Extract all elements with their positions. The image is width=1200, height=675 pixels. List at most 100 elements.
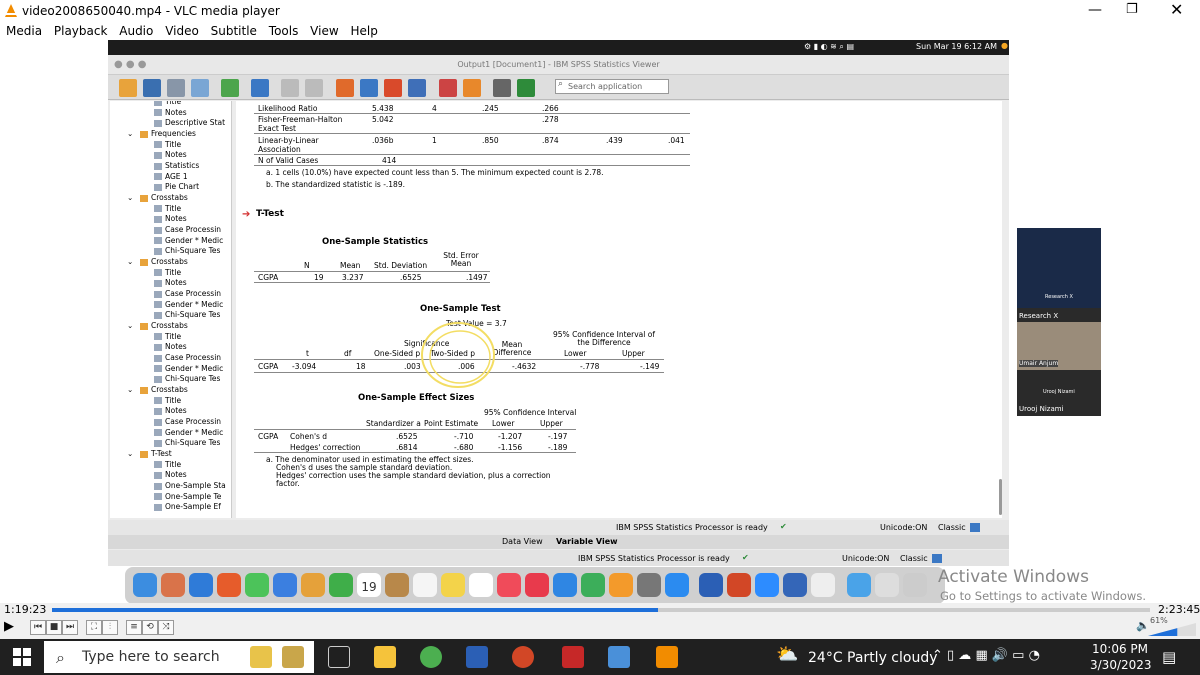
seek-track[interactable] xyxy=(52,608,1150,612)
outline-folder[interactable]: ⌄ Crosstabs xyxy=(127,193,188,203)
traffic-lights[interactable]: ● ● ● xyxy=(114,55,147,75)
outline-item[interactable]: One-Sample Te xyxy=(154,492,221,502)
outline-item[interactable]: Title xyxy=(154,268,181,278)
fullscreen-icon[interactable]: ⛶ xyxy=(86,620,102,635)
powerpoint-taskbar-icon[interactable] xyxy=(512,646,534,668)
outline-item[interactable]: Chi-Square Tes xyxy=(154,374,220,384)
next-icon[interactable]: ⏭ xyxy=(62,620,78,635)
outline-item[interactable]: Pie Chart xyxy=(154,182,199,192)
reminders-icon[interactable] xyxy=(413,573,437,597)
chart-builder-icon[interactable] xyxy=(408,79,426,97)
volume-slider[interactable] xyxy=(1148,623,1196,636)
outline-item[interactable]: Statistics xyxy=(154,161,199,171)
outline-item[interactable]: Title xyxy=(154,140,181,150)
chevron-down-icon[interactable]: ⌄ xyxy=(127,321,133,331)
weather-text[interactable]: 24°C Partly cloudy xyxy=(808,650,938,666)
contacts-icon[interactable] xyxy=(385,573,409,597)
outline-item[interactable]: Chi-Square Tes xyxy=(154,438,220,448)
messages-icon[interactable] xyxy=(245,573,269,597)
outline-folder[interactable]: ⌄ Crosstabs xyxy=(127,321,188,331)
previous-icon[interactable]: ⏮ xyxy=(30,620,46,635)
open-icon[interactable] xyxy=(119,79,137,97)
outline-item[interactable]: Case Processin xyxy=(154,353,221,363)
chevron-down-icon[interactable]: ⌄ xyxy=(127,129,133,139)
outline-item[interactable]: Notes xyxy=(154,108,187,118)
facetime-icon[interactable] xyxy=(329,573,353,597)
play-icon[interactable]: ▶ xyxy=(4,619,14,634)
outline-item[interactable]: Case Processin xyxy=(154,225,221,235)
launchpad-icon[interactable] xyxy=(161,573,185,597)
window-icon[interactable] xyxy=(875,573,899,597)
playlist-icon[interactable]: ≡ xyxy=(126,620,142,635)
outline-item[interactable]: Gender * Medic xyxy=(154,364,223,374)
menu-help[interactable]: Help xyxy=(350,22,377,40)
zoom-icon[interactable] xyxy=(755,573,779,597)
designate-window-icon[interactable] xyxy=(463,79,481,97)
outline-item[interactable]: One-Sample Ef xyxy=(154,502,221,512)
taskbar-search-input[interactable]: Type here to search xyxy=(44,641,314,673)
chevron-down-icon[interactable]: ⌄ xyxy=(127,385,133,395)
notifications-icon[interactable]: ▤ xyxy=(1162,648,1176,666)
outline-item[interactable]: Gender * Medic xyxy=(154,236,223,246)
menu-tools[interactable]: Tools xyxy=(269,22,299,40)
outline-folder[interactable]: ⌄ Frequencies xyxy=(127,129,196,139)
print-preview-icon[interactable] xyxy=(191,79,209,97)
keynote-icon[interactable] xyxy=(553,573,577,597)
show-icon[interactable] xyxy=(517,79,535,97)
trash-icon[interactable] xyxy=(903,573,927,597)
insert-output-icon[interactable] xyxy=(439,79,457,97)
pages-icon[interactable] xyxy=(609,573,633,597)
outline-item[interactable]: Chi-Square Tes xyxy=(154,246,220,256)
preview-icon[interactable] xyxy=(811,573,835,597)
recall-dialog-icon[interactable] xyxy=(251,79,269,97)
outline-folder[interactable]: ⌄ Crosstabs xyxy=(127,257,188,267)
stop-icon[interactable]: ■ xyxy=(46,620,62,635)
print-icon[interactable] xyxy=(167,79,185,97)
outline-item[interactable]: One-Sample Sta xyxy=(154,481,226,491)
hide-icon[interactable] xyxy=(493,79,511,97)
search-highlight-icon-2[interactable] xyxy=(282,646,304,668)
search-application-input[interactable]: Search application xyxy=(555,79,669,94)
outline-item[interactable]: Title xyxy=(154,396,181,406)
variables-icon[interactable] xyxy=(384,79,402,97)
outline-item[interactable]: Notes xyxy=(154,150,187,160)
word-taskbar-icon[interactable] xyxy=(466,646,488,668)
outline-item[interactable]: Title xyxy=(154,204,181,214)
outline-item[interactable]: Notes xyxy=(154,406,187,416)
menu-view[interactable]: View xyxy=(310,22,338,40)
finder-icon[interactable] xyxy=(133,573,157,597)
photos-taskbar-icon[interactable] xyxy=(608,646,630,668)
output-pane[interactable]: Likelihood Ratio 5.438 4 .245 .266 Fishe… xyxy=(236,101,1002,518)
undo-icon[interactable] xyxy=(281,79,299,97)
powerpoint-icon[interactable] xyxy=(727,573,751,597)
menu-media[interactable]: Media xyxy=(6,22,42,40)
photos-icon[interactable] xyxy=(301,573,325,597)
taskbar-date[interactable]: 3/30/2023 xyxy=(1090,658,1152,672)
calendar-icon[interactable]: 19 xyxy=(357,573,381,597)
maximize-button[interactable]: ❐ xyxy=(1126,2,1138,17)
loop-icon[interactable]: ⟲ xyxy=(142,620,158,635)
outline-item[interactable]: Notes xyxy=(154,342,187,352)
mail-icon[interactable] xyxy=(273,573,297,597)
outline-item[interactable]: Title xyxy=(154,101,181,107)
chrome-icon[interactable] xyxy=(420,646,442,668)
outline-item[interactable]: Title xyxy=(154,460,181,470)
outline-pane[interactable]: Title Notes Descriptive Stat ⌄ Frequencies T… xyxy=(110,101,232,518)
firefox-icon[interactable] xyxy=(217,573,241,597)
close-button[interactable]: ✕ xyxy=(1170,0,1183,19)
shuffle-icon[interactable]: ⤨ xyxy=(158,620,174,635)
freeform-icon[interactable] xyxy=(469,573,493,597)
tab-data-view[interactable]: Data View xyxy=(502,537,543,546)
word-icon[interactable] xyxy=(699,573,723,597)
system-tray-icons[interactable]: ⌃ ▯ ☁ ▦ 🔊 ▭ ◔ xyxy=(932,648,1040,663)
notes-icon[interactable] xyxy=(441,573,465,597)
chevron-down-icon[interactable]: ⌄ xyxy=(127,257,133,267)
news-icon[interactable] xyxy=(525,573,549,597)
outline-item[interactable]: Title xyxy=(154,332,181,342)
outline-item[interactable]: Gender * Medic xyxy=(154,300,223,310)
outline-item[interactable]: AGE 1 xyxy=(154,172,188,182)
outline-item[interactable]: Case Processin xyxy=(154,289,221,299)
outline-item[interactable]: Case Processin xyxy=(154,417,221,427)
windows-start-icon[interactable] xyxy=(13,648,31,666)
file-explorer-icon[interactable] xyxy=(374,646,396,668)
